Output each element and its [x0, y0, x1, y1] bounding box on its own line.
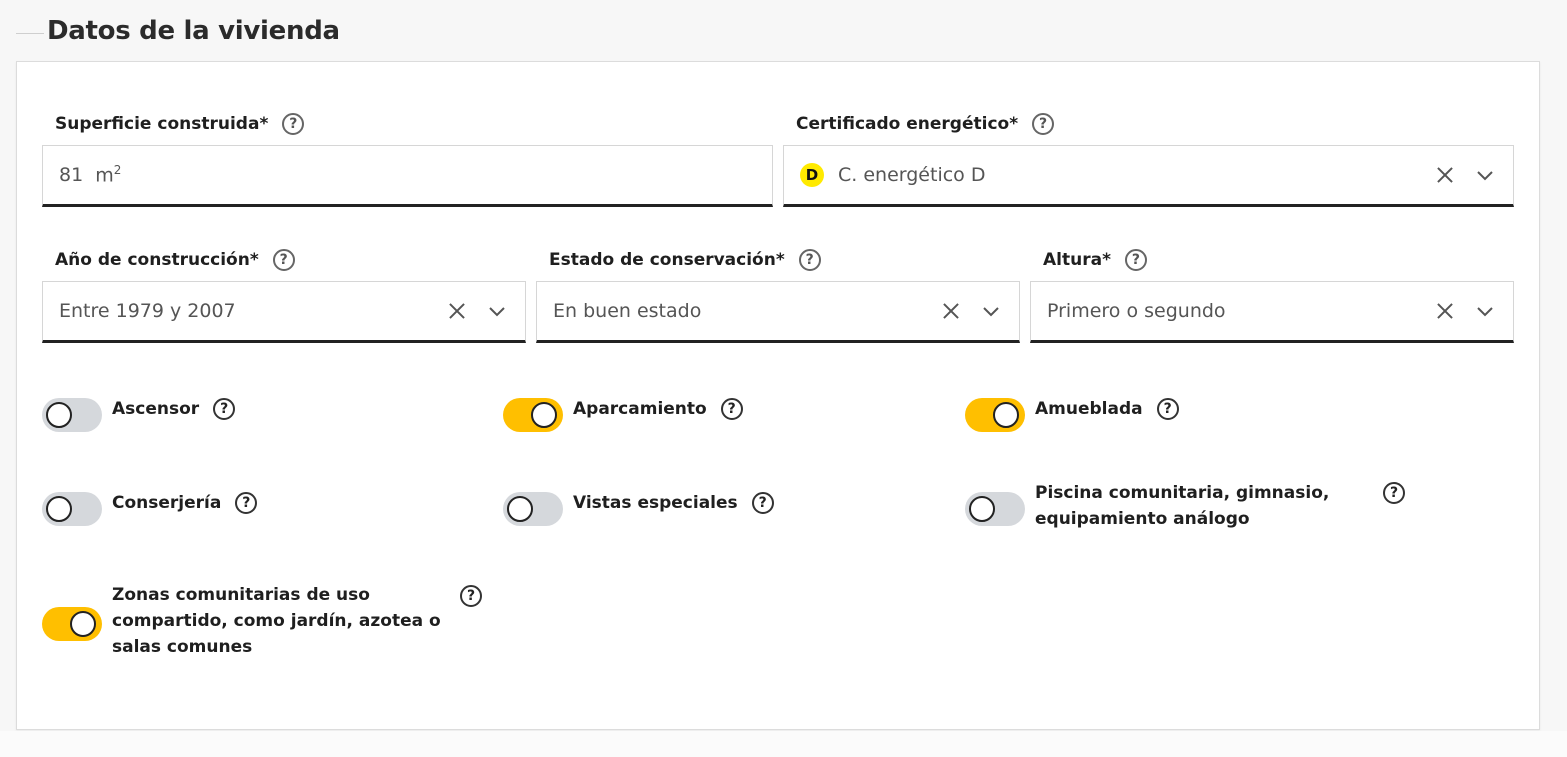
help-icon[interactable]: ?: [1383, 482, 1405, 504]
chevron-down-icon[interactable]: [487, 301, 507, 321]
aparcamiento-toggle[interactable]: [503, 398, 563, 432]
superficie-input[interactable]: 81 m2: [42, 145, 773, 207]
help-icon[interactable]: ?: [1124, 249, 1147, 271]
vistas-toggle[interactable]: [503, 492, 563, 526]
help-icon[interactable]: ?: [720, 398, 743, 420]
conserjeria-label: Conserjería: [112, 493, 222, 513]
section-divider: [16, 33, 44, 34]
toggle-row-aparcamiento: Aparcamiento ?: [503, 398, 743, 432]
toggle-knob: [993, 402, 1019, 428]
anio-label: Año de construcción* ?: [55, 249, 295, 271]
footer-strip: [0, 731, 1567, 757]
zonas-toggle[interactable]: [42, 607, 102, 641]
toggle-row-piscina: Piscina comunitaria, gimnasio, equipamie…: [965, 482, 1405, 532]
amueblada-label: Amueblada: [1035, 399, 1143, 419]
conserjeria-toggle[interactable]: [42, 492, 102, 526]
toggle-row-vistas: Vistas especiales ?: [503, 492, 774, 526]
toggle-row-amueblada: Amueblada ?: [965, 398, 1179, 432]
estado-label: Estado de conservación* ?: [549, 249, 821, 271]
zonas-label: Zonas comunitarias de uso compartido, co…: [112, 585, 441, 657]
ascensor-label: Ascensor: [112, 399, 200, 419]
altura-label: Altura* ?: [1043, 249, 1147, 271]
certificado-label: Certificado energético* ?: [796, 113, 1055, 135]
toggle-knob: [46, 496, 72, 522]
toggle-knob: [531, 402, 557, 428]
help-icon[interactable]: ?: [272, 249, 295, 271]
piscina-toggle[interactable]: [965, 492, 1025, 526]
vistas-label: Vistas especiales: [573, 493, 738, 513]
anio-select[interactable]: Entre 1979 y 2007: [42, 281, 526, 343]
help-icon[interactable]: ?: [798, 249, 821, 271]
help-icon[interactable]: ?: [1156, 398, 1179, 420]
help-icon[interactable]: ?: [751, 492, 774, 514]
close-icon[interactable]: [941, 301, 961, 321]
toggle-knob: [46, 402, 72, 428]
chevron-down-icon[interactable]: [1475, 301, 1495, 321]
piscina-label: Piscina comunitaria, gimnasio, equipamie…: [1035, 483, 1330, 529]
toggle-knob: [507, 496, 533, 522]
help-icon[interactable]: ?: [1032, 113, 1055, 135]
energy-rating-badge: D: [800, 163, 824, 187]
aparcamiento-label: Aparcamiento: [573, 399, 707, 419]
close-icon[interactable]: [447, 301, 467, 321]
chevron-down-icon[interactable]: [1475, 165, 1495, 185]
section-title: Datos de la vivienda: [47, 16, 340, 46]
toggle-row-zonas: Zonas comunitarias de uso compartido, co…: [42, 585, 482, 660]
toggle-knob: [969, 496, 995, 522]
help-icon[interactable]: ?: [213, 398, 236, 420]
help-icon[interactable]: ?: [282, 113, 305, 135]
close-icon[interactable]: [1435, 165, 1455, 185]
certificado-select[interactable]: D C. energético D: [783, 145, 1514, 207]
toggle-row-ascensor: Ascensor ?: [42, 398, 236, 432]
help-icon[interactable]: ?: [235, 492, 258, 514]
toggle-knob: [70, 611, 96, 637]
superficie-label: Superficie construida* ?: [55, 113, 305, 135]
toggle-row-conserjeria: Conserjería ?: [42, 492, 258, 526]
help-icon[interactable]: ?: [460, 585, 482, 607]
chevron-down-icon[interactable]: [981, 301, 1001, 321]
close-icon[interactable]: [1435, 301, 1455, 321]
estado-select[interactable]: En buen estado: [536, 281, 1020, 343]
amueblada-toggle[interactable]: [965, 398, 1025, 432]
unit-label: m2: [95, 163, 122, 187]
altura-select[interactable]: Primero o segundo: [1030, 281, 1514, 343]
ascensor-toggle[interactable]: [42, 398, 102, 432]
